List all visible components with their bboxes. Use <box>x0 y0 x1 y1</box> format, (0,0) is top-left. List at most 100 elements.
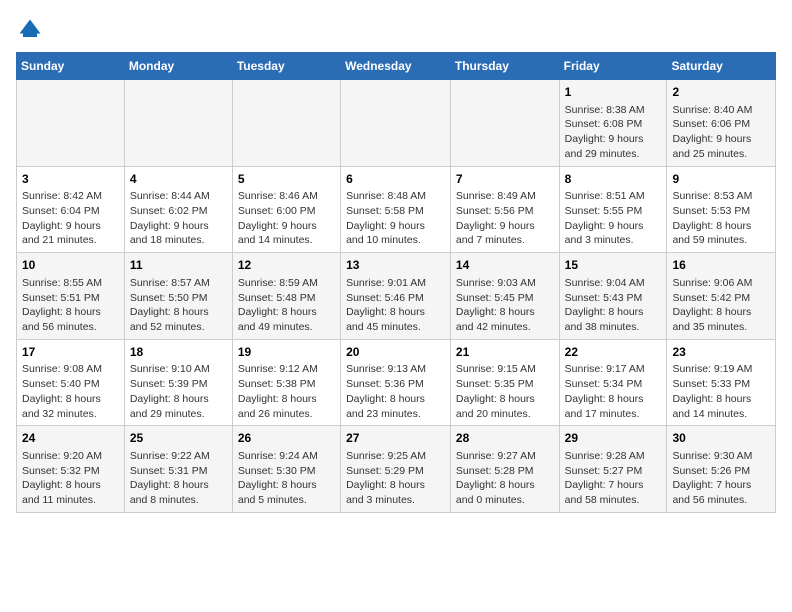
day-cell-2: 2 Sunrise: 8:40 AM Sunset: 6:06 PM Daylig… <box>667 80 776 167</box>
day-number: 11 <box>130 257 227 274</box>
day-info: Sunrise: 8:59 AM Sunset: 5:48 PM Dayligh… <box>238 276 335 335</box>
column-header-thursday: Thursday <box>450 53 559 80</box>
day-number: 22 <box>565 344 662 361</box>
empty-cell <box>232 80 340 167</box>
day-info: Sunrise: 8:53 AM Sunset: 5:53 PM Dayligh… <box>672 189 770 248</box>
day-info: Sunrise: 8:48 AM Sunset: 5:58 PM Dayligh… <box>346 189 445 248</box>
day-cell-3: 3Sunrise: 8:42 AM Sunset: 6:04 PM Daylig… <box>17 166 125 253</box>
day-cell-27: 27 Sunrise: 9:25 AM Sunset: 5:29 PM Dayli… <box>341 426 451 513</box>
day-info: Sunrise: 8:42 AM Sunset: 6:04 PM Dayligh… <box>22 189 119 248</box>
day-cell-16: 16 Sunrise: 9:06 AM Sunset: 5:42 PM Dayli… <box>667 253 776 340</box>
day-number: 20 <box>346 344 445 361</box>
day-info: Sunrise: 9:24 AM Sunset: 5:30 PM Dayligh… <box>238 449 335 508</box>
day-info: Sunrise: 9:04 AM Sunset: 5:43 PM Dayligh… <box>565 276 662 335</box>
day-number: 21 <box>456 344 554 361</box>
day-info: Sunrise: 8:46 AM Sunset: 6:00 PM Dayligh… <box>238 189 335 248</box>
day-number: 8 <box>565 171 662 188</box>
day-info: Sunrise: 9:06 AM Sunset: 5:42 PM Dayligh… <box>672 276 770 335</box>
day-cell-25: 25Sunrise: 9:22 AM Sunset: 5:31 PM Dayli… <box>124 426 232 513</box>
day-number: 23 <box>672 344 770 361</box>
day-info: Sunrise: 8:44 AM Sunset: 6:02 PM Dayligh… <box>130 189 227 248</box>
day-number: 5 <box>238 171 335 188</box>
day-number: 29 <box>565 430 662 447</box>
day-info: Sunrise: 9:20 AM Sunset: 5:32 PM Dayligh… <box>22 449 119 508</box>
calendar-table: SundayMondayTuesdayWednesdayThursdayFrid… <box>16 52 776 513</box>
day-info: Sunrise: 8:38 AM Sunset: 6:08 PM Dayligh… <box>565 103 662 162</box>
day-cell-6: 6Sunrise: 8:48 AM Sunset: 5:58 PM Daylig… <box>341 166 451 253</box>
day-cell-28: 28 Sunrise: 9:27 AM Sunset: 5:28 PM Dayli… <box>450 426 559 513</box>
day-info: Sunrise: 8:49 AM Sunset: 5:56 PM Dayligh… <box>456 189 554 248</box>
day-cell-13: 13 Sunrise: 9:01 AM Sunset: 5:46 PM Dayli… <box>341 253 451 340</box>
page-header <box>16 16 776 44</box>
day-cell-26: 26 Sunrise: 9:24 AM Sunset: 5:30 PM Dayli… <box>232 426 340 513</box>
day-cell-22: 22Sunrise: 9:17 AM Sunset: 5:34 PM Dayli… <box>559 339 667 426</box>
day-info: Sunrise: 9:01 AM Sunset: 5:46 PM Dayligh… <box>346 276 445 335</box>
logo <box>16 16 48 44</box>
day-number: 27 <box>346 430 445 447</box>
day-info: Sunrise: 8:57 AM Sunset: 5:50 PM Dayligh… <box>130 276 227 335</box>
day-info: Sunrise: 9:15 AM Sunset: 5:35 PM Dayligh… <box>456 362 554 421</box>
day-number: 1 <box>565 84 662 101</box>
empty-cell <box>341 80 451 167</box>
day-number: 19 <box>238 344 335 361</box>
day-number: 28 <box>456 430 554 447</box>
day-number: 12 <box>238 257 335 274</box>
empty-cell <box>450 80 559 167</box>
day-cell-8: 8Sunrise: 8:51 AM Sunset: 5:55 PM Daylig… <box>559 166 667 253</box>
day-number: 6 <box>346 171 445 188</box>
day-info: Sunrise: 9:12 AM Sunset: 5:38 PM Dayligh… <box>238 362 335 421</box>
day-info: Sunrise: 8:55 AM Sunset: 5:51 PM Dayligh… <box>22 276 119 335</box>
empty-cell <box>124 80 232 167</box>
day-cell-4: 4Sunrise: 8:44 AM Sunset: 6:02 PM Daylig… <box>124 166 232 253</box>
day-info: Sunrise: 9:17 AM Sunset: 5:34 PM Dayligh… <box>565 362 662 421</box>
day-info: Sunrise: 8:40 AM Sunset: 6:06 PM Dayligh… <box>672 103 770 162</box>
day-number: 26 <box>238 430 335 447</box>
day-number: 3 <box>22 171 119 188</box>
day-cell-14: 14Sunrise: 9:03 AM Sunset: 5:45 PM Dayli… <box>450 253 559 340</box>
day-cell-21: 21Sunrise: 9:15 AM Sunset: 5:35 PM Dayli… <box>450 339 559 426</box>
day-cell-12: 12 Sunrise: 8:59 AM Sunset: 5:48 PM Dayli… <box>232 253 340 340</box>
day-cell-11: 11 Sunrise: 8:57 AM Sunset: 5:50 PM Dayli… <box>124 253 232 340</box>
day-info: Sunrise: 9:08 AM Sunset: 5:40 PM Dayligh… <box>22 362 119 421</box>
day-number: 13 <box>346 257 445 274</box>
column-header-sunday: Sunday <box>17 53 125 80</box>
day-cell-10: 10 Sunrise: 8:55 AM Sunset: 5:51 PM Dayli… <box>17 253 125 340</box>
day-info: Sunrise: 9:19 AM Sunset: 5:33 PM Dayligh… <box>672 362 770 421</box>
day-cell-18: 18Sunrise: 9:10 AM Sunset: 5:39 PM Dayli… <box>124 339 232 426</box>
day-cell-30: 30 Sunrise: 9:30 AM Sunset: 5:26 PM Dayli… <box>667 426 776 513</box>
day-cell-29: 29Sunrise: 9:28 AM Sunset: 5:27 PM Dayli… <box>559 426 667 513</box>
day-number: 7 <box>456 171 554 188</box>
day-cell-19: 19Sunrise: 9:12 AM Sunset: 5:38 PM Dayli… <box>232 339 340 426</box>
column-header-saturday: Saturday <box>667 53 776 80</box>
day-cell-20: 20Sunrise: 9:13 AM Sunset: 5:36 PM Dayli… <box>341 339 451 426</box>
day-info: Sunrise: 9:30 AM Sunset: 5:26 PM Dayligh… <box>672 449 770 508</box>
day-cell-24: 24Sunrise: 9:20 AM Sunset: 5:32 PM Dayli… <box>17 426 125 513</box>
day-cell-1: 1 Sunrise: 8:38 AM Sunset: 6:08 PM Daylig… <box>559 80 667 167</box>
day-number: 15 <box>565 257 662 274</box>
day-info: Sunrise: 9:27 AM Sunset: 5:28 PM Dayligh… <box>456 449 554 508</box>
day-info: Sunrise: 9:10 AM Sunset: 5:39 PM Dayligh… <box>130 362 227 421</box>
day-cell-17: 17Sunrise: 9:08 AM Sunset: 5:40 PM Dayli… <box>17 339 125 426</box>
day-number: 10 <box>22 257 119 274</box>
logo-icon <box>16 16 44 44</box>
day-cell-5: 5Sunrise: 8:46 AM Sunset: 6:00 PM Daylig… <box>232 166 340 253</box>
day-info: Sunrise: 9:13 AM Sunset: 5:36 PM Dayligh… <box>346 362 445 421</box>
day-number: 18 <box>130 344 227 361</box>
day-cell-7: 7Sunrise: 8:49 AM Sunset: 5:56 PM Daylig… <box>450 166 559 253</box>
day-number: 4 <box>130 171 227 188</box>
day-info: Sunrise: 8:51 AM Sunset: 5:55 PM Dayligh… <box>565 189 662 248</box>
day-info: Sunrise: 9:03 AM Sunset: 5:45 PM Dayligh… <box>456 276 554 335</box>
column-header-friday: Friday <box>559 53 667 80</box>
day-info: Sunrise: 9:25 AM Sunset: 5:29 PM Dayligh… <box>346 449 445 508</box>
column-header-tuesday: Tuesday <box>232 53 340 80</box>
day-number: 9 <box>672 171 770 188</box>
day-number: 2 <box>672 84 770 101</box>
day-number: 17 <box>22 344 119 361</box>
day-cell-9: 9Sunrise: 8:53 AM Sunset: 5:53 PM Daylig… <box>667 166 776 253</box>
column-header-monday: Monday <box>124 53 232 80</box>
empty-cell <box>17 80 125 167</box>
day-number: 30 <box>672 430 770 447</box>
day-number: 16 <box>672 257 770 274</box>
day-cell-15: 15 Sunrise: 9:04 AM Sunset: 5:43 PM Dayli… <box>559 253 667 340</box>
column-header-wednesday: Wednesday <box>341 53 451 80</box>
